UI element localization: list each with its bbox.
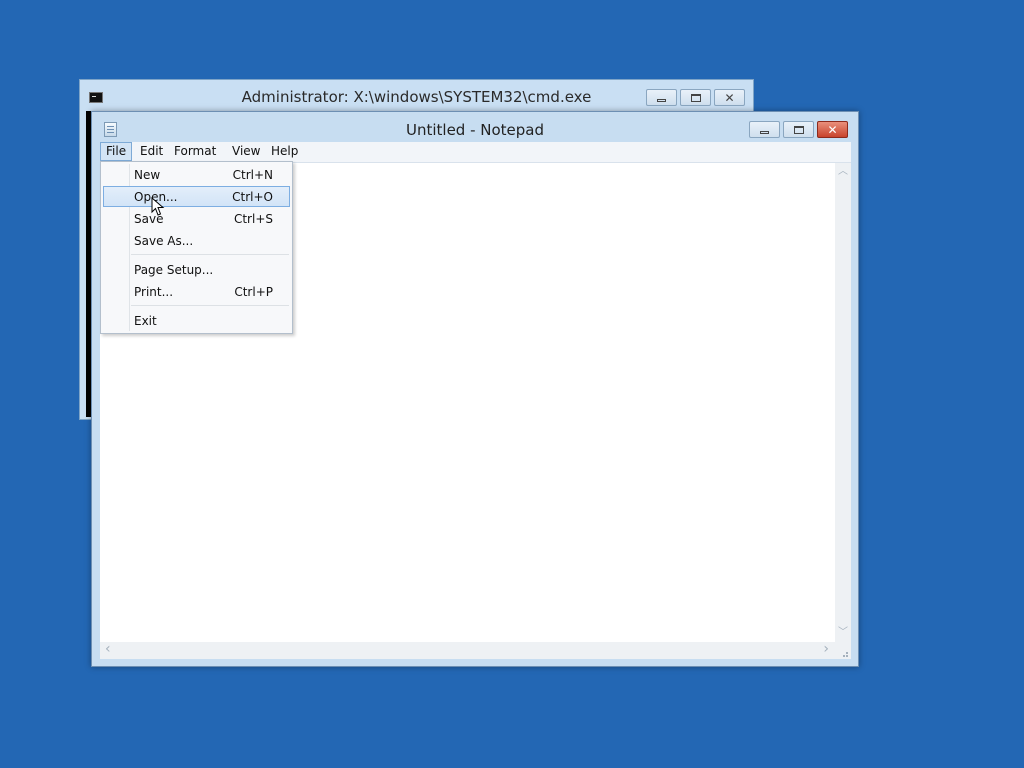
menubar: File Edit Format View Help <box>100 142 851 163</box>
vertical-scrollbar[interactable]: ︿ ﹀ <box>835 163 851 642</box>
file-dropdown-menu: New Ctrl+N Open... Ctrl+O Save Ctrl+S Sa… <box>100 161 293 334</box>
notepad-window-title: Untitled - Notepad <box>405 121 545 139</box>
menu-file[interactable]: File <box>100 142 133 161</box>
menu-separator <box>131 254 289 255</box>
menu-item-shortcut: Ctrl+P <box>234 285 273 299</box>
menu-format[interactable]: Format <box>169 142 221 161</box>
menu-item-save[interactable]: Save Ctrl+S <box>103 208 290 229</box>
menu-item-label: Exit <box>134 314 157 328</box>
menu-item-label: Save As... <box>134 234 194 248</box>
notepad-close-button[interactable]: ✕ <box>817 121 848 138</box>
scroll-left-icon[interactable]: ‹ <box>105 642 111 656</box>
menu-item-exit[interactable]: Exit <box>103 310 290 331</box>
scroll-up-icon[interactable]: ︿ <box>838 167 848 177</box>
close-icon: ✕ <box>724 90 735 105</box>
minimize-icon <box>760 130 769 134</box>
maximize-icon <box>690 93 701 102</box>
menu-help[interactable]: Help <box>266 142 303 161</box>
cmd-titlebar[interactable]: Administrator: X:\windows\SYSTEM32\cmd.e… <box>80 80 753 113</box>
menu-item-new[interactable]: New Ctrl+N <box>103 164 290 185</box>
menu-item-shortcut: Ctrl+S <box>233 212 273 226</box>
notepad-minimize-button[interactable] <box>749 121 780 138</box>
cmd-maximize-button[interactable] <box>680 89 711 106</box>
horizontal-scrollbar[interactable]: ‹ › <box>100 642 835 659</box>
minimize-icon <box>657 98 666 102</box>
menu-item-print[interactable]: Print... Ctrl+P <box>103 281 290 302</box>
cmd-close-button[interactable]: ✕ <box>714 89 745 106</box>
maximize-icon <box>793 125 804 134</box>
notepad-maximize-button[interactable] <box>783 121 814 138</box>
menu-item-save-as[interactable]: Save As... <box>103 230 290 251</box>
menu-separator <box>131 305 289 306</box>
menu-item-open[interactable]: Open... Ctrl+O <box>103 186 290 207</box>
menu-item-label: Page Setup... <box>134 263 214 277</box>
cmd-minimize-button[interactable] <box>646 89 677 106</box>
resize-grip[interactable] <box>835 642 851 659</box>
menu-item-label: Print... <box>134 285 174 299</box>
menu-item-shortcut: Ctrl+N <box>232 168 273 182</box>
scroll-down-icon[interactable]: ﹀ <box>838 628 848 638</box>
menu-edit[interactable]: Edit <box>135 142 168 161</box>
resize-grip-icon <box>843 652 848 657</box>
menu-item-shortcut: Ctrl+O <box>232 190 273 204</box>
mouse-cursor-icon <box>151 197 165 216</box>
menu-view[interactable]: View <box>227 142 265 161</box>
menu-item-label: New <box>134 168 161 182</box>
menu-item-page-setup[interactable]: Page Setup... <box>103 259 290 280</box>
scroll-right-icon[interactable]: › <box>823 642 829 656</box>
close-icon: ✕ <box>827 122 838 137</box>
